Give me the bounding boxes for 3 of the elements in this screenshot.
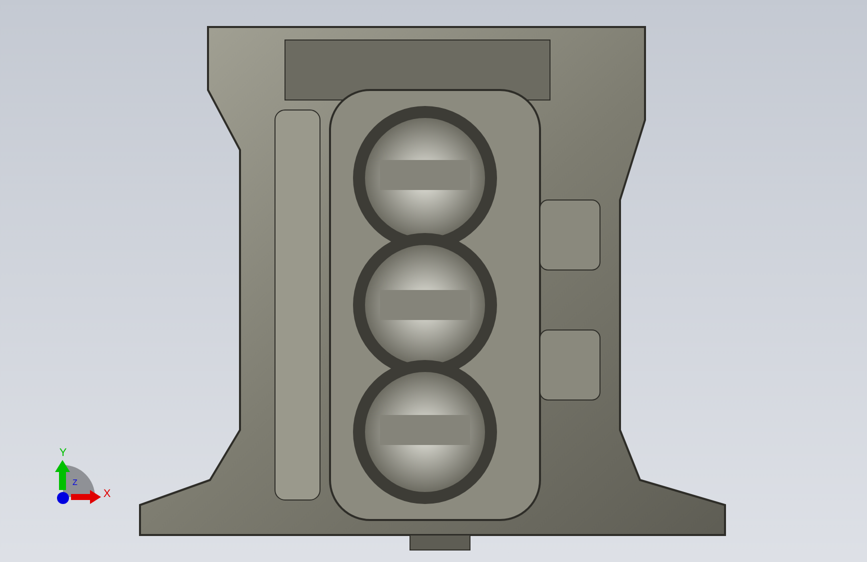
axis-label: Z [72,478,78,487]
axis-label: X [103,488,111,500]
axis-label: Y [59,447,67,459]
